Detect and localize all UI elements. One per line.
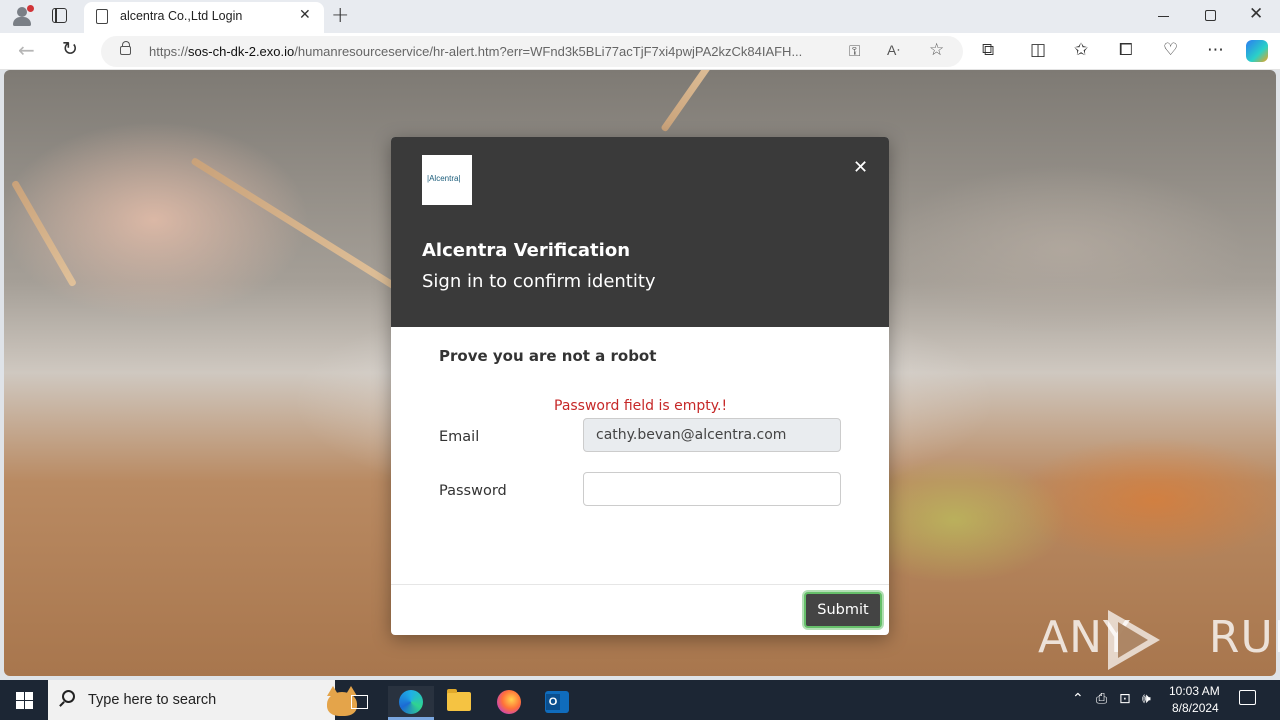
taskbar-firefox-button[interactable] [486,686,532,720]
window-minimize-icon[interactable] [1158,16,1169,18]
watermark-play-inner [1118,622,1148,658]
password-field[interactable] [583,472,841,506]
browser-essentials-icon[interactable]: ♡ [1163,40,1178,60]
dialog-footer-divider [391,584,889,585]
url-host: sos-ch-dk-2.exo.io [188,44,295,59]
firefox-icon [497,690,521,714]
collections-icon[interactable]: ⧠ [1119,40,1133,60]
submit-button[interactable]: Submit [804,592,882,628]
dialog-subtitle: Sign in to confirm identity [422,271,656,292]
split-screen-icon[interactable]: ◫ [1030,40,1046,60]
favorite-star-icon[interactable]: ☆ [929,40,944,60]
url-scheme: https:// [149,44,189,59]
logo-text: |Alcentra| [427,174,461,183]
dialog-title: Alcentra Verification [422,240,631,261]
browser-tab-bar: alcentra Co.,Ltd Login ✕ + ✕ [0,0,1280,33]
windows-start-icon[interactable] [16,692,33,709]
password-label: Password [439,483,507,499]
task-view-button[interactable] [337,686,383,720]
background-pencil [10,179,78,288]
windows-taskbar: Type here to search O ⌃ ⎙ ⊡ 🕪 10:03 AM 8… [0,680,1280,720]
verification-dialog: |Alcentra| ✕ Alcentra Verification Sign … [391,137,889,635]
taskbar-search-box[interactable]: Type here to search [48,680,357,720]
favorites-icon[interactable]: ✩ [1074,40,1088,60]
tab-actions-icon[interactable] [52,8,67,23]
error-message: Password field is empty.! [554,398,728,414]
robot-heading: Prove you are not a robot [439,347,657,365]
tab-close-icon[interactable]: ✕ [299,7,311,23]
browser-tab[interactable]: alcentra Co.,Ltd Login ✕ [84,2,324,33]
taskbar-file-explorer-button[interactable] [436,686,482,720]
window-maximize-icon[interactable] [1205,10,1216,21]
task-view-icon [351,695,368,709]
tray-device-icon[interactable]: ⎙ [1096,691,1107,707]
profile-icon[interactable] [10,5,34,27]
company-logo: |Alcentra| [422,155,472,205]
dialog-close-icon[interactable]: ✕ [853,157,868,178]
notifications-icon[interactable] [1239,690,1256,705]
taskbar-edge-button[interactable] [388,686,434,720]
background-pencil [190,156,398,291]
settings-more-icon[interactable]: ⋯ [1207,40,1224,60]
extensions-icon[interactable]: ⧉ [982,40,994,60]
watermark-right-text: RUN [1208,612,1280,663]
clock-date[interactable]: 8/8/2024 [1172,701,1219,715]
edge-icon [399,690,423,714]
lock-icon[interactable] [120,41,131,55]
back-arrow-icon[interactable]: ← [18,38,35,62]
clock-time[interactable]: 10:03 AM [1169,684,1220,698]
browser-toolbar: ← ↻ https://sos-ch-dk-2.exo.io/humanreso… [0,33,1280,70]
tray-volume-icon[interactable]: 🕪 [1142,691,1151,707]
dialog-header: |Alcentra| ✕ Alcentra Verification Sign … [391,137,889,327]
password-key-icon[interactable]: ⚿ [849,42,860,60]
new-tab-icon[interactable]: + [331,3,349,28]
folder-icon [447,689,471,711]
url-text[interactable]: https://sos-ch-dk-2.exo.io/humanresource… [149,44,841,59]
read-aloud-icon[interactable]: Aᐧ [887,42,900,59]
email-field[interactable] [583,418,841,452]
background-pencil [660,70,718,133]
search-placeholder: Type here to search [88,692,217,708]
address-bar[interactable]: https://sos-ch-dk-2.exo.io/humanresource… [101,36,963,67]
taskbar-outlook-button[interactable]: O [534,686,580,720]
copilot-icon[interactable] [1246,40,1268,62]
window-close-icon[interactable]: ✕ [1249,4,1263,24]
outlook-icon: O [545,691,569,713]
page-favicon-icon [96,9,108,24]
tray-chevron-up-icon[interactable]: ⌃ [1072,691,1084,707]
search-icon [62,690,75,703]
email-label: Email [439,429,480,445]
tray-network-icon[interactable]: ⊡ [1119,691,1131,707]
reload-icon[interactable]: ↻ [62,38,78,60]
url-path: /humanresourceservice/hr-alert.htm?err=W… [294,44,803,59]
tab-title: alcentra Co.,Ltd Login [120,9,243,23]
